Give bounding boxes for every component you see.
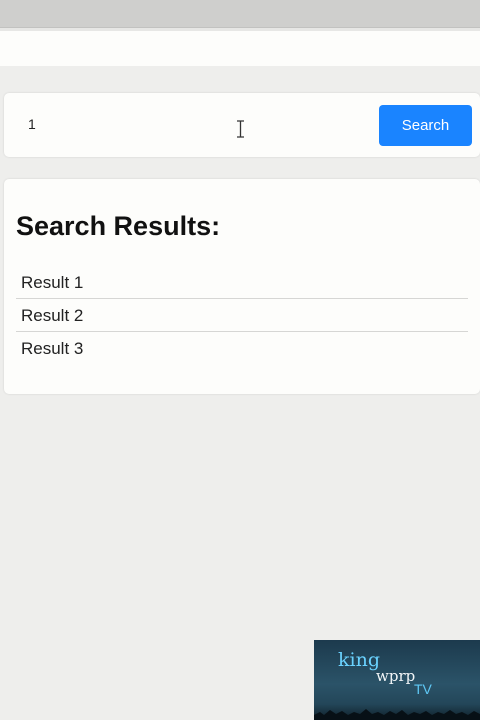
search-input[interactable] <box>16 103 370 145</box>
search-card: Search <box>4 93 480 157</box>
result-item[interactable]: Result 1 <box>16 266 468 299</box>
results-title: Search Results: <box>16 211 221 241</box>
browser-top-strip <box>0 0 480 28</box>
treeline-icon <box>314 709 480 720</box>
result-item[interactable]: Result 2 <box>16 299 468 332</box>
video-watermark: king wprp TV <box>314 640 480 720</box>
search-button[interactable]: Search <box>379 105 472 146</box>
watermark-line-wprp: wprp <box>376 667 416 685</box>
results-card: Search Results: Result 1 Result 2 Result… <box>4 179 480 394</box>
result-item[interactable]: Result 3 <box>16 332 468 365</box>
top-bar <box>0 28 480 66</box>
text-cursor-icon <box>237 120 244 138</box>
results-list: Result 1 Result 2 Result 3 <box>16 266 468 365</box>
watermark-line-king: king <box>338 649 380 671</box>
watermark-line-tv: TV <box>414 681 432 697</box>
